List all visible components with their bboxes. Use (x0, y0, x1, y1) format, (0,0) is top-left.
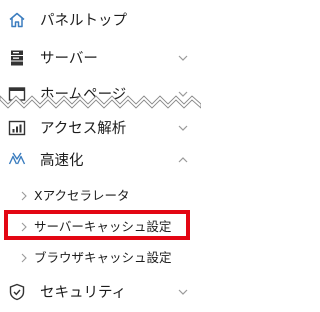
chevron-down-icon[interactable] (177, 122, 189, 134)
sidebar-item-panel-top[interactable]: パネルトップ (0, 6, 201, 36)
chevron-right-icon (20, 222, 28, 232)
chevron-right-icon (20, 253, 28, 263)
chevron-up-icon[interactable] (177, 154, 189, 166)
chevron-right-icon (20, 191, 28, 201)
sidebar-nav: パネルトップ サーバー ホームページ アクセス解析 高速化 Xアクセラレータ サ… (0, 0, 201, 312)
sidebar-item-label: サーバー (40, 51, 98, 67)
server-icon (8, 49, 26, 67)
submenu-item-server-cache[interactable]: サーバーキャッシュ設定 (0, 214, 201, 242)
analytics-chart-icon (8, 119, 26, 137)
shield-icon (8, 283, 26, 301)
sidebar-item-label: 高速化 (40, 153, 84, 169)
submenu-item-browser-cache[interactable]: ブラウザキャッシュ設定 (0, 245, 201, 273)
sidebar-item-label: セキュリティ (40, 285, 127, 301)
speed-arrows-icon (8, 151, 26, 169)
sidebar-item-speed[interactable]: 高速化 (0, 146, 201, 176)
submenu-item-x-accelerator[interactable]: Xアクセラレータ (0, 183, 201, 211)
chevron-down-icon[interactable] (177, 52, 189, 64)
submenu-item-label: ブラウザキャッシュ設定 (34, 250, 172, 265)
sidebar-item-access-analysis[interactable]: アクセス解析 (0, 114, 201, 144)
home-icon (8, 11, 26, 29)
sidebar-item-label: アクセス解析 (40, 121, 127, 137)
chevron-down-icon[interactable] (177, 286, 189, 298)
sidebar-item-label: パネルトップ (40, 13, 127, 29)
sidebar-item-security[interactable]: セキュリティ (0, 278, 201, 308)
torn-edge-divider (0, 92, 201, 110)
submenu-item-label: Xアクセラレータ (34, 188, 130, 203)
sidebar-item-server[interactable]: サーバー (0, 44, 201, 74)
submenu-item-label: サーバーキャッシュ設定 (34, 219, 172, 234)
